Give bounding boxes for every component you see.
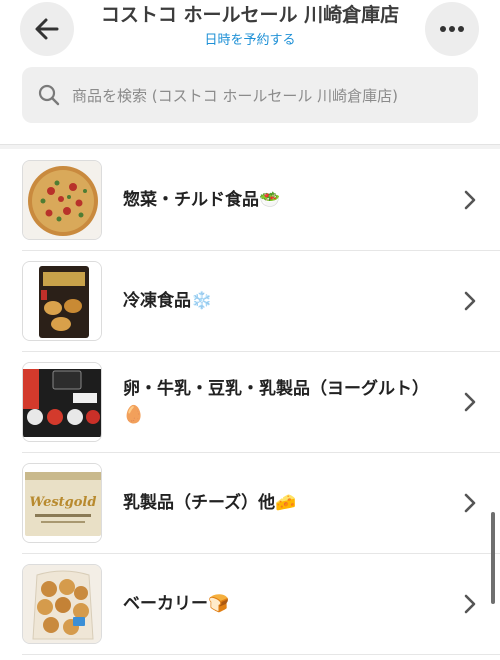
category-label: 惣菜・チルド食品🥗 <box>123 190 281 210</box>
scrollbar[interactable] <box>491 512 495 604</box>
chevron-right-icon <box>464 392 476 412</box>
search-input[interactable]: 商品を検索 (コストコ ホールセール 川崎倉庫店) <box>22 67 478 123</box>
more-horizontal-icon <box>440 26 464 32</box>
category-label: 冷凍食品❄️ <box>123 291 213 311</box>
search-placeholder: 商品を検索 (コストコ ホールセール 川崎倉庫店) <box>72 86 399 105</box>
category-item-bakery[interactable]: ベーカリー🍞 <box>22 554 500 655</box>
schedule-link[interactable]: 日時を予約する <box>80 32 420 50</box>
back-button[interactable] <box>20 2 74 56</box>
yogurt-thumbnail <box>22 362 102 442</box>
store-title: コストコ ホールセール 川崎倉庫店 <box>100 4 400 26</box>
category-label: 乳製品（チーズ）他🧀 <box>123 493 297 513</box>
more-button[interactable] <box>425 2 479 56</box>
bread-thumbnail <box>22 564 102 644</box>
header-bar: コストコ ホールセール 川崎倉庫店 日時を予約する 商品を検索 (コストコ ホー… <box>0 0 500 145</box>
section-divider <box>0 145 500 149</box>
chevron-right-icon <box>464 190 476 210</box>
category-item-deli[interactable]: 惣菜・チルド食品🥗 <box>22 150 500 251</box>
westgold-logo-text: Westgold <box>30 495 97 510</box>
chevron-right-icon <box>464 594 476 614</box>
arrow-left-icon <box>35 18 59 40</box>
header-title-group: コストコ ホールセール 川崎倉庫店 日時を予約する <box>80 2 420 50</box>
pizza-thumbnail <box>22 160 102 240</box>
category-label: ベーカリー🍞 <box>123 594 230 614</box>
category-label: 卵・牛乳・豆乳・乳製品（ヨーグルト）🥚 <box>123 379 429 425</box>
category-list: 惣菜・チルド食品🥗 冷凍食品❄️ 卵・牛乳・豆乳・乳製品（ヨーグルト）🥚 Wes… <box>0 150 500 655</box>
chevron-right-icon <box>464 291 476 311</box>
frozen-food-thumbnail <box>22 261 102 341</box>
butter-thumbnail: Westgold <box>22 463 102 543</box>
search-icon <box>38 84 60 106</box>
category-item-frozen[interactable]: 冷凍食品❄️ <box>22 251 500 352</box>
chevron-right-icon <box>464 493 476 513</box>
category-item-cheese[interactable]: Westgold 乳製品（チーズ）他🧀 <box>22 453 500 554</box>
category-item-eggs-dairy[interactable]: 卵・牛乳・豆乳・乳製品（ヨーグルト）🥚 <box>22 352 500 453</box>
